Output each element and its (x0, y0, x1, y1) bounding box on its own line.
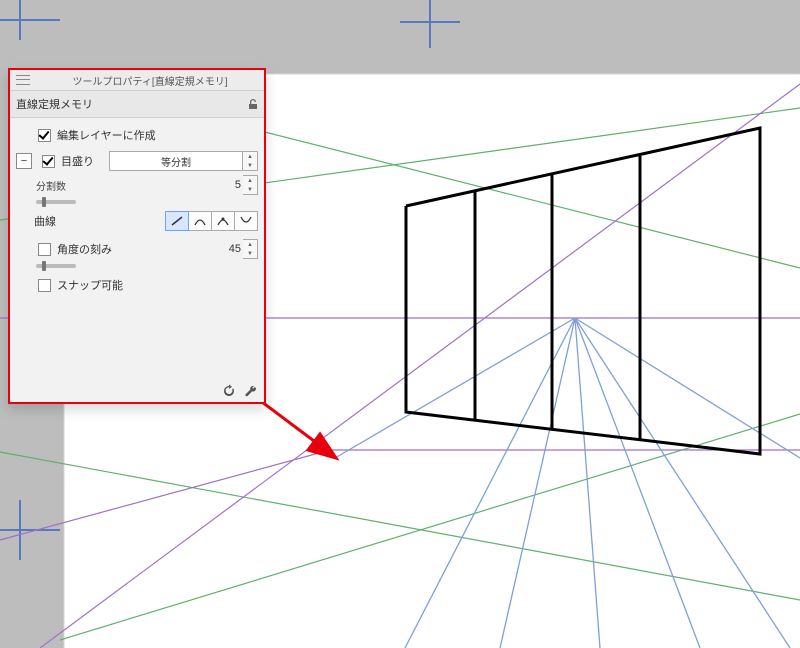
row-scale: − 目盛り 等分割 ▲▼ (16, 150, 258, 172)
create-on-edit-layer-label: 編集レイヤーに作成 (57, 127, 156, 143)
panel-footer (222, 384, 258, 398)
angle-step-checkbox[interactable] (38, 243, 51, 256)
tool-name: 直線定規メモリ (16, 96, 246, 112)
curve-icon-strip (166, 211, 258, 231)
panel-title: ツールプロパティ[直線定規メモリ] (36, 73, 264, 88)
scale-mode-value: 等分割 (161, 154, 191, 169)
panel-menu-icon[interactable] (16, 73, 30, 87)
scale-mode-select[interactable]: 等分割 (109, 151, 243, 171)
scale-checkbox[interactable] (42, 155, 55, 168)
reset-icon[interactable] (222, 384, 236, 398)
arc-concave-icon[interactable] (188, 211, 212, 231)
panel-titlebar[interactable]: ツールプロパティ[直線定規メモリ] (10, 70, 264, 91)
snap-checkbox[interactable] (38, 279, 51, 292)
angle-step-label: 角度の刻み (57, 241, 211, 257)
panel-body: 編集レイヤーに作成 − 目盛り 等分割 ▲▼ 分割数 5 ▲▼ 曲線 (10, 118, 264, 296)
row-create-layer: 編集レイヤーに作成 (16, 124, 258, 146)
wrench-icon[interactable] (244, 384, 258, 398)
tool-property-panel: ツールプロパティ[直線定規メモリ] 直線定規メモリ 編集レイヤーに作成 − 目盛… (8, 68, 266, 404)
angle-step-slider[interactable] (36, 264, 76, 268)
arc-with-handle-icon[interactable] (211, 211, 235, 231)
scale-collapse-button[interactable]: − (16, 153, 32, 169)
tool-name-row: 直線定規メモリ (10, 91, 264, 118)
angle-step-value[interactable]: 45 (211, 243, 243, 255)
line-icon[interactable] (165, 211, 189, 231)
divisions-stepper[interactable]: ▲▼ (243, 175, 258, 195)
scale-mode-stepper[interactable]: ▲▼ (243, 151, 258, 171)
curve-label: 曲線 (34, 213, 82, 229)
divisions-slider[interactable] (36, 200, 76, 204)
divisions-label: 分割数 (36, 178, 211, 193)
create-on-edit-layer-checkbox[interactable] (38, 129, 51, 142)
snap-label: スナップ可能 (57, 277, 123, 293)
row-divisions: 分割数 5 ▲▼ (36, 176, 258, 194)
divisions-value[interactable]: 5 (211, 179, 243, 191)
lock-icon[interactable] (246, 97, 260, 111)
row-curve: 曲線 (16, 210, 258, 232)
row-snap: スナップ可能 (16, 274, 258, 296)
scale-label: 目盛り (61, 153, 109, 169)
row-angle-step: 角度の刻み 45 ▲▼ (16, 238, 258, 260)
angle-step-stepper[interactable]: ▲▼ (243, 239, 258, 259)
arc-convex-icon[interactable] (234, 211, 258, 231)
